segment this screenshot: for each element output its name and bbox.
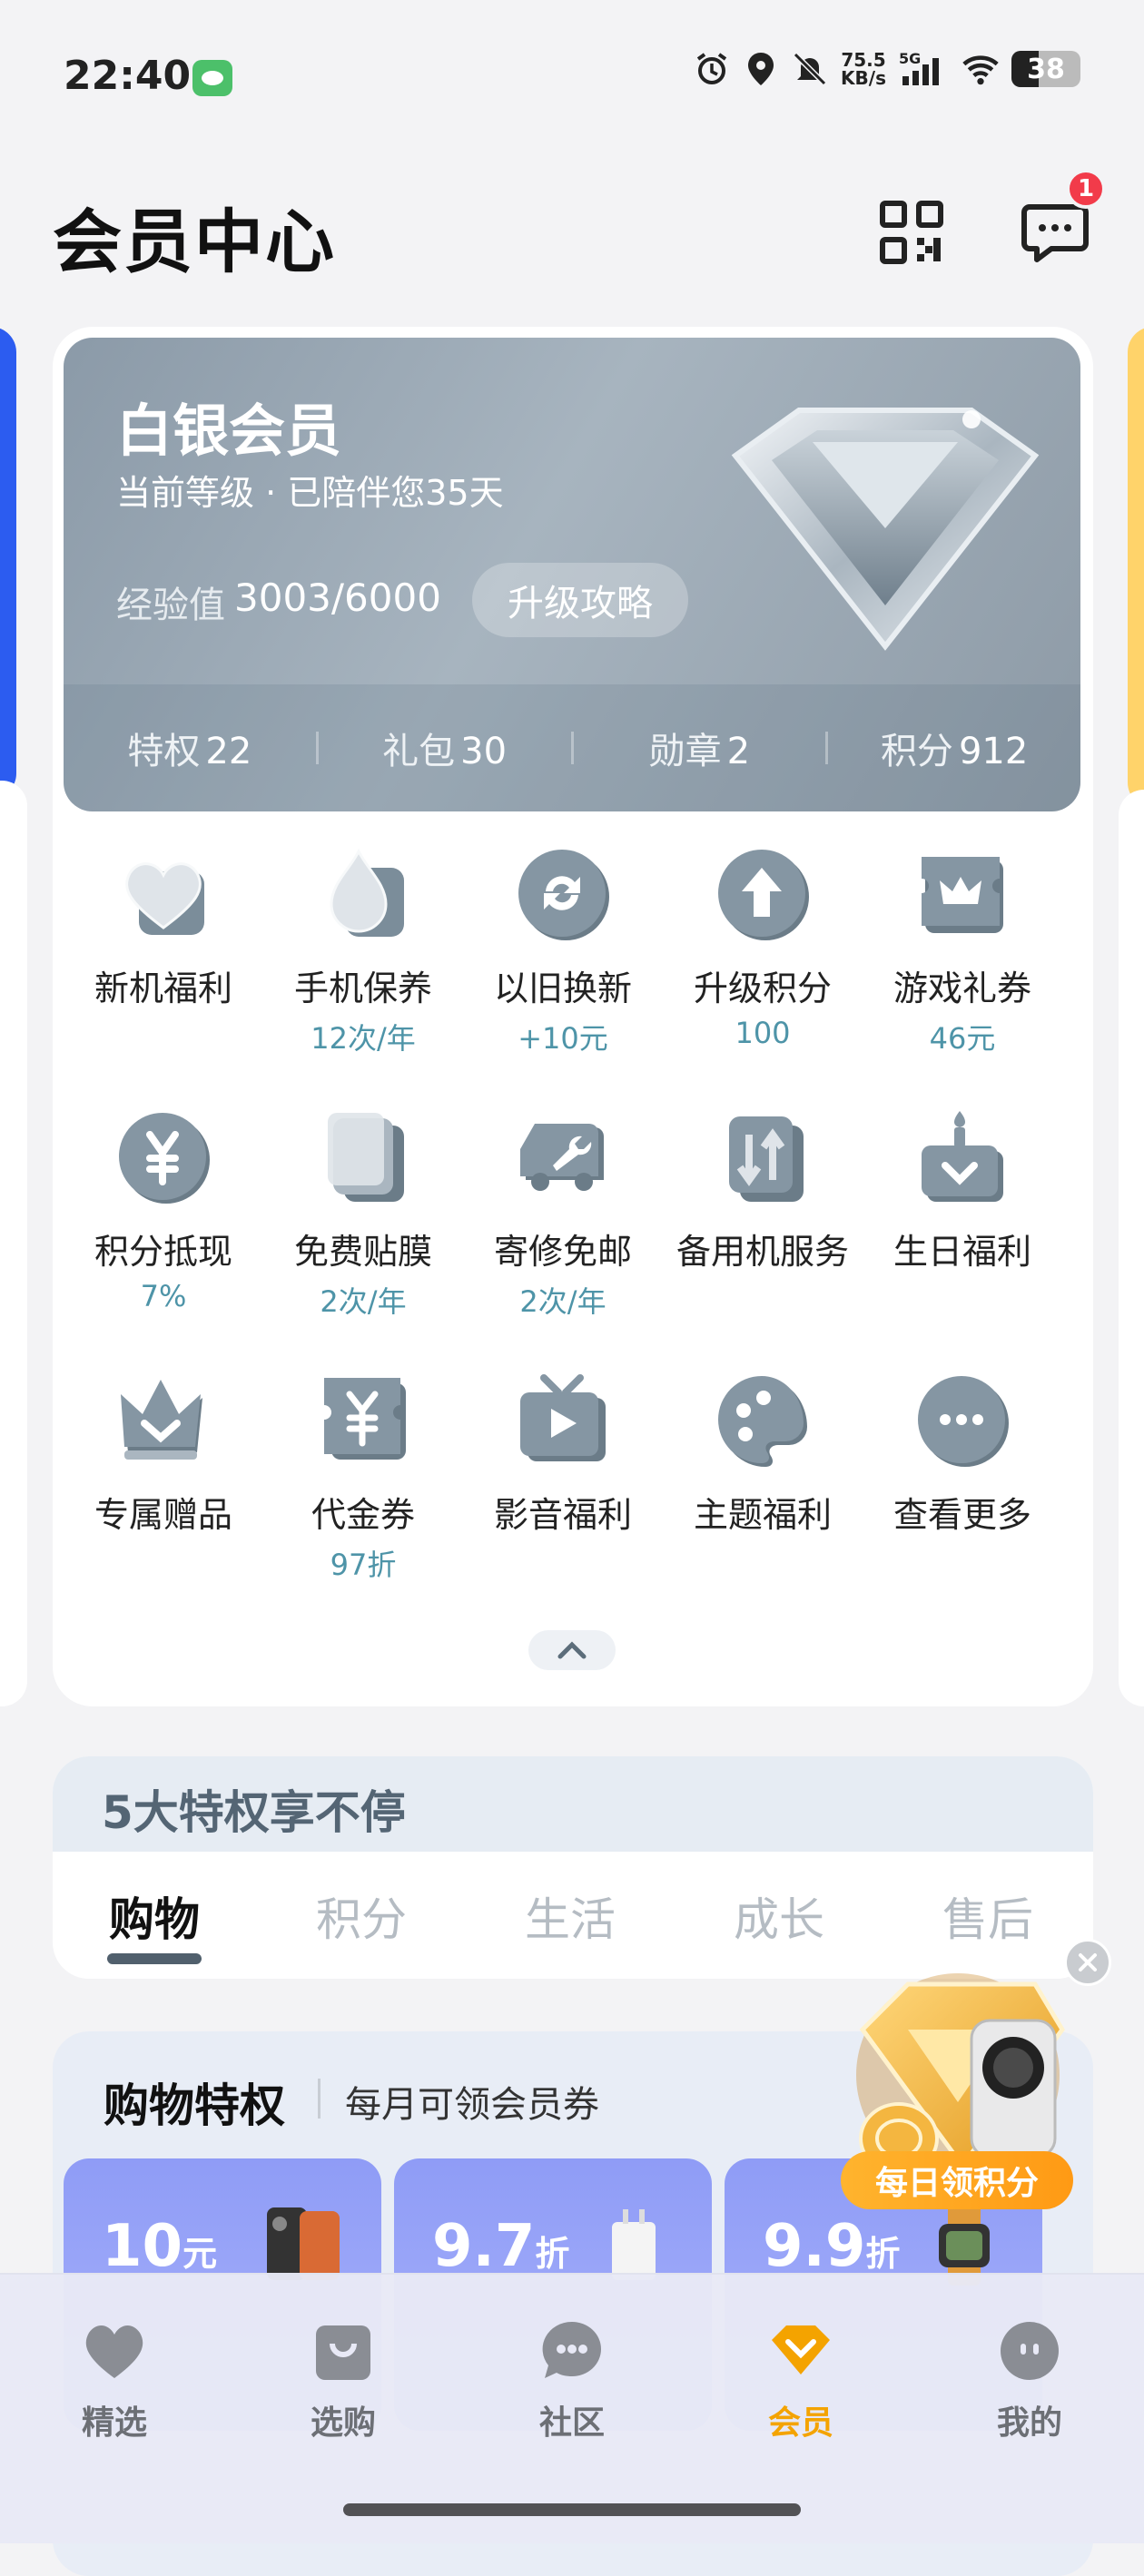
face-icon: [1001, 2322, 1059, 2380]
silver-emblem-icon: [731, 408, 1040, 651]
privileges-title: 5大特权享不停: [102, 1786, 406, 1839]
benefit-media[interactable]: 影音福利: [463, 1371, 663, 1542]
nav-shop[interactable]: 选购: [271, 2316, 416, 2443]
more-icon: [918, 1376, 1009, 1467]
member-stats-bar: 特权 22 礼包 30 勋章 2 积分 912: [64, 684, 1080, 811]
prev-level-card[interactable]: [0, 327, 16, 799]
drop-icon: [330, 848, 404, 937]
coupon-value: 9.7折: [432, 2213, 570, 2280]
tab-after-sales[interactable]: 售后: [942, 1883, 1033, 1949]
benefit-exclusive-gift[interactable]: 专属赠品: [64, 1371, 263, 1542]
signal-icon: 5G: [899, 49, 950, 89]
stat-privileges[interactable]: 特权 22: [64, 722, 316, 774]
heart-icon: [85, 2325, 143, 2378]
crown-icon: [121, 1380, 202, 1460]
mute-icon: [792, 49, 828, 89]
benefit-new-phone[interactable]: 新机福利: [64, 844, 263, 1016]
upgrade-guide-button[interactable]: 升级攻略: [472, 563, 688, 637]
status-time: 22:40: [64, 53, 192, 99]
stat-gifts[interactable]: 礼包 30: [319, 722, 571, 774]
tab-life[interactable]: 生活: [525, 1883, 616, 1949]
benefit-free-film[interactable]: 免费贴膜 2次/年: [263, 1107, 463, 1321]
benefit-theme[interactable]: 主题福利: [663, 1371, 863, 1542]
next-card-panel: [1119, 790, 1144, 1706]
member-diamond-icon: [772, 2325, 830, 2374]
benefit-backup-phone[interactable]: 备用机服务: [663, 1107, 863, 1279]
page-title: 会员中心: [53, 202, 336, 282]
shopping-subtitle: 每月可领会员券: [345, 2084, 599, 2126]
location-icon: [743, 49, 779, 89]
exp-value: 3003/6000: [234, 575, 441, 620]
refresh-icon: [518, 850, 609, 940]
arrow-up-icon: [718, 850, 809, 940]
coupon-value: 9.9折: [763, 2213, 901, 2280]
benefit-phone-care[interactable]: 手机保养 12次/年: [263, 844, 463, 1057]
wifi-icon: [962, 49, 999, 89]
wrench-truck-icon: [520, 1124, 604, 1191]
benefit-game-voucher[interactable]: 游戏礼券 46元: [863, 844, 1062, 1057]
tab-points[interactable]: 积分: [316, 1883, 407, 1949]
network-speed: 75.5 KB/s: [841, 49, 886, 89]
benefit-upgrade-points[interactable]: 升级积分 100: [663, 844, 863, 1050]
battery-icon: 38: [1011, 51, 1080, 87]
privileges-tabs: 购物 积分 生活 成长 售后: [53, 1883, 1093, 1964]
shopping-title: 购物特权: [104, 2079, 285, 2132]
svg-text:5G: 5G: [899, 51, 921, 67]
benefit-birthday[interactable]: 生日福利: [863, 1107, 1062, 1279]
tab-growth[interactable]: 成长: [734, 1883, 824, 1949]
cake-icon: [922, 1111, 1003, 1202]
home-indicator[interactable]: [343, 2503, 801, 2516]
member-level-card[interactable]: 白银会员 当前等级 · 已陪伴您35天 经验值 3003/6000 升级攻略 特…: [64, 338, 1080, 811]
tab-shopping[interactable]: 购物: [109, 1883, 200, 1949]
coupon-value: 10元: [102, 2213, 218, 2280]
stat-medals[interactable]: 勋章 2: [574, 722, 826, 774]
qr-code-button[interactable]: [877, 198, 946, 267]
prev-card-panel: [0, 781, 27, 1706]
message-button[interactable]: [1021, 198, 1090, 267]
chat-icon: [542, 2321, 601, 2378]
tv-play-icon: [520, 1374, 606, 1461]
level-subtitle: 当前等级 · 已陪伴您35天: [116, 473, 504, 513]
film-icon: [328, 1113, 404, 1202]
divider: [318, 2079, 321, 2119]
status-icons: 75.5 KB/s 5G 38: [694, 49, 1080, 89]
nav-featured[interactable]: 精选: [42, 2316, 187, 2443]
chevron-up-icon: [557, 1641, 587, 1659]
message-icon: [1021, 204, 1089, 262]
privileges-section: 5大特权享不停 购物 积分 生活 成长 售后: [53, 1756, 1093, 1979]
collapse-button[interactable]: [528, 1630, 616, 1670]
swap-phone-icon: [729, 1116, 804, 1202]
nav-profile[interactable]: 我的: [957, 2316, 1102, 2443]
heart-icon: [125, 862, 204, 935]
benefit-voucher[interactable]: 代金券 97折: [263, 1371, 463, 1584]
yen-coin-icon: [119, 1113, 210, 1204]
privileges-header: 5大特权享不停: [53, 1756, 1093, 1852]
alarm-icon: [694, 49, 730, 89]
message-count-badge: 1: [1066, 169, 1106, 209]
qr-code-icon: [880, 201, 943, 264]
voucher-icon: [324, 1378, 406, 1460]
exp-label: 经验值: [116, 585, 225, 626]
bag-icon: [316, 2325, 370, 2380]
palette-icon: [718, 1376, 807, 1467]
status-bar: 22:40 75.5 KB/s 5G 38: [0, 0, 1144, 154]
stat-points[interactable]: 积分 912: [828, 722, 1080, 774]
daily-points-label[interactable]: 每日领积分: [841, 2151, 1073, 2209]
benefit-trade-in[interactable]: 以旧换新 +10元: [463, 844, 663, 1057]
nav-community[interactable]: 社区: [499, 2316, 645, 2443]
benefit-free-shipping-repair[interactable]: 寄修免邮 2次/年: [463, 1107, 663, 1321]
active-tab-indicator: [107, 1953, 202, 1964]
next-level-card[interactable]: [1128, 327, 1144, 808]
benefit-see-more[interactable]: 查看更多: [863, 1371, 1062, 1542]
level-name: 白银会员: [116, 398, 342, 464]
nav-member[interactable]: 会员: [728, 2316, 873, 2443]
benefit-points-cash[interactable]: 积分抵现 7%: [64, 1107, 263, 1313]
close-icon: [1079, 1953, 1097, 1971]
crown-ticket-icon: [922, 857, 1003, 933]
wechat-notification-icon: [192, 60, 232, 96]
